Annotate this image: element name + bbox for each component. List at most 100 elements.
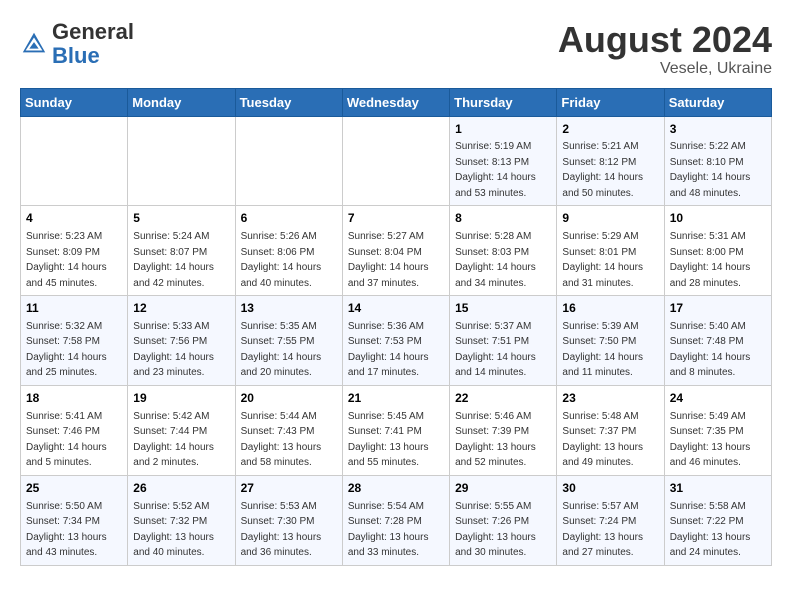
day-number: 16 [562,300,658,317]
calendar-cell: 23 Sunrise: 5:48 AM Sunset: 7:37 PM Dayli… [557,385,664,475]
logo-icon [20,30,48,58]
calendar-cell: 25Sunrise: 5:50 AM Sunset: 7:34 PM Dayli… [21,475,128,565]
day-info: Sunrise: 5:39 AM Sunset: 7:50 PM Dayligh… [562,321,643,379]
day-info: Sunrise: 5:37 AM Sunset: 7:51 PM Dayligh… [455,321,536,379]
day-number: 10 [670,210,766,227]
day-number: 8 [455,210,551,227]
calendar-cell: 24 Sunrise: 5:49 AM Sunset: 7:35 PM Dayli… [664,385,771,475]
calendar-cell: 22 Sunrise: 5:46 AM Sunset: 7:39 PM Dayli… [450,385,557,475]
header-row: SundayMondayTuesdayWednesdayThursdayFrid… [21,88,772,116]
day-info: Sunrise: 5:57 AM Sunset: 7:24 PM Dayligh… [562,501,643,559]
day-number: 2 [562,121,658,138]
day-info: Sunrise: 5:58 AM Sunset: 7:22 PM Dayligh… [670,501,751,559]
week-row-4: 18 Sunrise: 5:41 AM Sunset: 7:46 PM Dayli… [21,385,772,475]
day-number: 25 [26,480,122,497]
header-day-tuesday: Tuesday [235,88,342,116]
day-number: 18 [26,390,122,407]
day-number: 19 [133,390,229,407]
day-number: 21 [348,390,444,407]
day-info: Sunrise: 5:42 AM Sunset: 7:44 PM Dayligh… [133,411,214,469]
logo-text: General Blue [52,20,134,68]
calendar-table: SundayMondayTuesdayWednesdayThursdayFrid… [20,88,772,566]
day-info: Sunrise: 5:35 AM Sunset: 7:55 PM Dayligh… [241,321,322,379]
day-info: Sunrise: 5:41 AM Sunset: 7:46 PM Dayligh… [26,411,107,469]
day-number: 28 [348,480,444,497]
calendar-cell: 16 Sunrise: 5:39 AM Sunset: 7:50 PM Dayli… [557,296,664,386]
day-number: 6 [241,210,337,227]
calendar-cell: 12Sunrise: 5:33 AM Sunset: 7:56 PM Dayli… [128,296,235,386]
calendar-cell: 28 Sunrise: 5:54 AM Sunset: 7:28 PM Dayli… [342,475,449,565]
day-number: 9 [562,210,658,227]
calendar-cell: 18 Sunrise: 5:41 AM Sunset: 7:46 PM Dayli… [21,385,128,475]
location-subtitle: Vesele, Ukraine [558,60,772,78]
calendar-cell: 20 Sunrise: 5:44 AM Sunset: 7:43 PM Dayli… [235,385,342,475]
week-row-2: 4 Sunrise: 5:23 AM Sunset: 8:09 PM Daylig… [21,206,772,296]
day-number: 14 [348,300,444,317]
day-info: Sunrise: 5:48 AM Sunset: 7:37 PM Dayligh… [562,411,643,469]
day-number: 15 [455,300,551,317]
calendar-cell: 10 Sunrise: 5:31 AM Sunset: 8:00 PM Dayli… [664,206,771,296]
day-number: 29 [455,480,551,497]
calendar-cell: 5Sunrise: 5:24 AM Sunset: 8:07 PM Daylig… [128,206,235,296]
day-number: 23 [562,390,658,407]
day-info: Sunrise: 5:23 AM Sunset: 8:09 PM Dayligh… [26,231,107,289]
day-number: 24 [670,390,766,407]
header-day-friday: Friday [557,88,664,116]
calendar-cell: 8 Sunrise: 5:28 AM Sunset: 8:03 PM Daylig… [450,206,557,296]
title-area: August 2024 Vesele, Ukraine [558,20,772,78]
day-number: 26 [133,480,229,497]
page-header: General Blue August 2024 Vesele, Ukraine [20,20,772,78]
day-number: 20 [241,390,337,407]
day-info: Sunrise: 5:54 AM Sunset: 7:28 PM Dayligh… [348,501,429,559]
day-number: 11 [26,300,122,317]
day-info: Sunrise: 5:36 AM Sunset: 7:53 PM Dayligh… [348,321,429,379]
day-number: 4 [26,210,122,227]
calendar-cell: 3 Sunrise: 5:22 AM Sunset: 8:10 PM Daylig… [664,116,771,206]
day-info: Sunrise: 5:52 AM Sunset: 7:32 PM Dayligh… [133,501,214,559]
calendar-cell [235,116,342,206]
header-day-saturday: Saturday [664,88,771,116]
day-info: Sunrise: 5:49 AM Sunset: 7:35 PM Dayligh… [670,411,751,469]
calendar-cell: 13Sunrise: 5:35 AM Sunset: 7:55 PM Dayli… [235,296,342,386]
day-info: Sunrise: 5:46 AM Sunset: 7:39 PM Dayligh… [455,411,536,469]
header-day-thursday: Thursday [450,88,557,116]
calendar-cell: 7Sunrise: 5:27 AM Sunset: 8:04 PM Daylig… [342,206,449,296]
day-info: Sunrise: 5:53 AM Sunset: 7:30 PM Dayligh… [241,501,322,559]
day-number: 1 [455,121,551,138]
header-day-sunday: Sunday [21,88,128,116]
calendar-cell [21,116,128,206]
calendar-cell: 1Sunrise: 5:19 AM Sunset: 8:13 PM Daylig… [450,116,557,206]
day-info: Sunrise: 5:26 AM Sunset: 8:06 PM Dayligh… [241,231,322,289]
calendar-cell: 11 Sunrise: 5:32 AM Sunset: 7:58 PM Dayli… [21,296,128,386]
logo: General Blue [20,20,134,68]
month-year-title: August 2024 [558,20,772,60]
calendar-cell: 30 Sunrise: 5:57 AM Sunset: 7:24 PM Dayli… [557,475,664,565]
day-info: Sunrise: 5:22 AM Sunset: 8:10 PM Dayligh… [670,141,751,199]
calendar-cell [342,116,449,206]
calendar-cell: 27Sunrise: 5:53 AM Sunset: 7:30 PM Dayli… [235,475,342,565]
week-row-5: 25Sunrise: 5:50 AM Sunset: 7:34 PM Dayli… [21,475,772,565]
day-number: 31 [670,480,766,497]
day-info: Sunrise: 5:32 AM Sunset: 7:58 PM Dayligh… [26,321,107,379]
calendar-cell: 21 Sunrise: 5:45 AM Sunset: 7:41 PM Dayli… [342,385,449,475]
day-info: Sunrise: 5:28 AM Sunset: 8:03 PM Dayligh… [455,231,536,289]
calendar-cell: 19 Sunrise: 5:42 AM Sunset: 7:44 PM Dayli… [128,385,235,475]
calendar-cell: 9 Sunrise: 5:29 AM Sunset: 8:01 PM Daylig… [557,206,664,296]
calendar-cell: 26 Sunrise: 5:52 AM Sunset: 7:32 PM Dayli… [128,475,235,565]
day-info: Sunrise: 5:27 AM Sunset: 8:04 PM Dayligh… [348,231,429,289]
week-row-1: 1Sunrise: 5:19 AM Sunset: 8:13 PM Daylig… [21,116,772,206]
day-number: 3 [670,121,766,138]
day-number: 22 [455,390,551,407]
day-info: Sunrise: 5:44 AM Sunset: 7:43 PM Dayligh… [241,411,322,469]
day-info: Sunrise: 5:31 AM Sunset: 8:00 PM Dayligh… [670,231,751,289]
day-info: Sunrise: 5:40 AM Sunset: 7:48 PM Dayligh… [670,321,751,379]
day-number: 5 [133,210,229,227]
calendar-cell: 31 Sunrise: 5:58 AM Sunset: 7:22 PM Dayli… [664,475,771,565]
calendar-cell: 2Sunrise: 5:21 AM Sunset: 8:12 PM Daylig… [557,116,664,206]
calendar-cell: 14 Sunrise: 5:36 AM Sunset: 7:53 PM Dayli… [342,296,449,386]
week-row-3: 11 Sunrise: 5:32 AM Sunset: 7:58 PM Dayli… [21,296,772,386]
calendar-cell: 29Sunrise: 5:55 AM Sunset: 7:26 PM Dayli… [450,475,557,565]
day-info: Sunrise: 5:45 AM Sunset: 7:41 PM Dayligh… [348,411,429,469]
day-number: 30 [562,480,658,497]
day-info: Sunrise: 5:29 AM Sunset: 8:01 PM Dayligh… [562,231,643,289]
